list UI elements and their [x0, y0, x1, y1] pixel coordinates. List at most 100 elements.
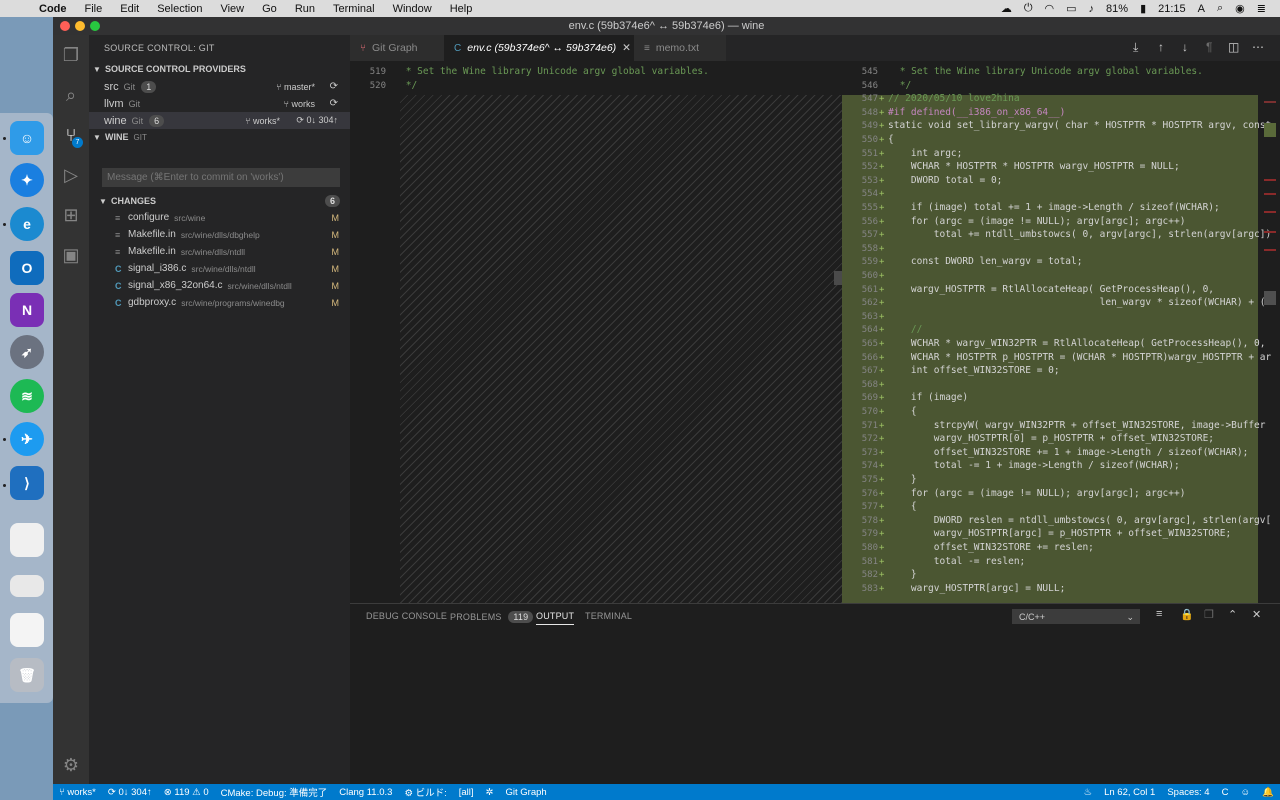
change-item-makefile-dbghelp[interactable]: ≡ Makefile.in src/wine/dlls/dbghelp M	[89, 226, 350, 243]
diff-editor[interactable]: 519 * Set the Wine library Unicode argv …	[350, 61, 1280, 603]
next-change-icon[interactable]: ↓	[1182, 40, 1188, 54]
split-editor-icon[interactable]: ◫	[1228, 40, 1239, 54]
open-log-icon[interactable]: ❐	[1204, 608, 1214, 621]
status-problems[interactable]: ⊗ 119 ⚠ 0	[158, 787, 215, 798]
screenshot-thumbnail-icon[interactable]	[10, 575, 44, 597]
minimize-window-button[interactable]	[75, 21, 85, 31]
explorer-icon[interactable]: ❐	[59, 43, 83, 67]
onenote-icon[interactable]: N	[10, 293, 44, 327]
siri-icon[interactable]: ◉	[1229, 2, 1251, 15]
tab-output[interactable]: OUTPUT	[536, 611, 575, 625]
status-indentation[interactable]: Spaces: 4	[1161, 787, 1215, 798]
menu-window[interactable]: Window	[384, 3, 441, 15]
menubar-clock[interactable]: 21:15	[1152, 3, 1192, 15]
changes-section-header[interactable]: ▼ CHANGES 6	[89, 193, 350, 209]
change-item-configure[interactable]: ≡ configure src/wine M	[89, 209, 350, 226]
search-icon[interactable]: ⌕	[59, 83, 83, 107]
more-actions-icon[interactable]: ⋯	[1252, 40, 1264, 54]
finder-icon[interactable]: ☺	[10, 121, 44, 155]
trash-icon[interactable]: 🗑	[10, 658, 44, 692]
repo-section-header[interactable]: ▼ WINE GIT	[89, 129, 350, 145]
document-thumbnail-icon[interactable]	[10, 523, 44, 557]
status-git-graph[interactable]: Git Graph	[500, 787, 553, 798]
notifications-icon[interactable]: 🔔	[1256, 787, 1280, 798]
sync-icon[interactable]: ⟳	[330, 98, 338, 109]
lock-scroll-icon[interactable]: 🔒	[1180, 608, 1194, 621]
status-target[interactable]: [all]	[453, 787, 480, 798]
control-center-icon[interactable]: ≣	[1251, 2, 1272, 15]
debug-icon[interactable]: ✲	[480, 787, 500, 798]
outlook-icon[interactable]: O	[10, 251, 44, 285]
manage-gear-icon[interactable]: ⚙	[59, 753, 83, 777]
commit-message-input[interactable]	[102, 168, 340, 187]
tab-git-graph[interactable]: ⑂ Git Graph	[350, 35, 444, 61]
change-item-makefile-ntdll[interactable]: ≡ Makefile.in src/wine/dlls/ntdll M	[89, 243, 350, 260]
previous-change-icon[interactable]: ↑	[1158, 40, 1164, 54]
menu-selection[interactable]: Selection	[148, 3, 211, 15]
vscode-icon[interactable]: ⟩	[10, 466, 44, 500]
safari-icon[interactable]: ✦	[10, 163, 44, 197]
menu-app-name[interactable]: Code	[30, 3, 76, 15]
status-clang[interactable]: Clang 11.0.3	[333, 787, 398, 798]
tab-debug-console[interactable]: DEBUG CONSOLE	[366, 611, 447, 621]
spotlight-icon[interactable]: ⌕	[1211, 2, 1229, 15]
diff-original-pane[interactable]: 519 * Set the Wine library Unicode argv …	[350, 61, 842, 603]
zoom-window-button[interactable]	[90, 21, 100, 31]
launchpad-icon[interactable]: ➶	[10, 335, 44, 369]
status-cmake[interactable]: CMake: Debug: 準備完了	[215, 785, 334, 799]
provider-wine[interactable]: wine Git 6 ⑂ works* ⟳ 0↓ 304↑	[89, 112, 350, 129]
maximize-panel-icon[interactable]: ⌃	[1228, 608, 1237, 621]
tab-env-c-diff[interactable]: C env.c (59b374e6^ ↔ 59b374e6) ✕	[444, 35, 634, 61]
branch-label[interactable]: ⑂ works	[284, 99, 315, 109]
menu-file[interactable]: File	[76, 3, 112, 15]
spotify-icon[interactable]: ≋	[10, 379, 44, 413]
cloud-icon[interactable]: ☁	[995, 2, 1018, 15]
tab-memo-txt[interactable]: ≡ memo.txt	[634, 35, 726, 61]
sync-icon[interactable]: ⟳	[330, 81, 338, 92]
change-item-gdbproxy[interactable]: C gdbproxy.c src/wine/programs/winedbg M	[89, 294, 350, 311]
status-sync[interactable]: ⟳ 0↓ 304↑	[102, 787, 158, 798]
change-item-signal-x86[interactable]: C signal_x86_32on64.c src/wine/dlls/ntdl…	[89, 277, 350, 294]
battery-icon[interactable]: ▮	[1134, 2, 1152, 15]
open-changes-icon[interactable]: ⤓	[1133, 40, 1138, 55]
status-build[interactable]: ⚙ ビルド:	[398, 785, 452, 799]
menu-help[interactable]: Help	[441, 3, 482, 15]
menu-edit[interactable]: Edit	[111, 3, 148, 15]
download-thumbnail-icon[interactable]	[10, 613, 44, 647]
extensions-icon[interactable]: ⊞	[59, 203, 83, 227]
sync-status[interactable]: ⟳ 0↓ 304↑	[296, 115, 338, 126]
close-window-button[interactable]	[60, 21, 70, 31]
run-debug-icon[interactable]: ▷	[59, 163, 83, 187]
power-icon[interactable]: ⏻	[1018, 2, 1039, 15]
change-item-signal-i386[interactable]: C signal_i386.c src/wine/dlls/ntdll M	[89, 260, 350, 277]
feedback-icon[interactable]: ☺	[1234, 787, 1256, 798]
provider-src[interactable]: src Git 1 ⑂ master* ⟳	[89, 78, 350, 95]
status-branch[interactable]: ⑂ works*	[53, 787, 102, 798]
diff-modified-pane[interactable]: 545 * Set the Wine library Unicode argv …	[842, 61, 1280, 603]
clear-output-icon[interactable]: ≡	[1156, 608, 1162, 620]
branch-label[interactable]: ⑂ works*	[245, 116, 280, 126]
wifi-icon[interactable]: ◠	[1039, 2, 1061, 15]
remote-explorer-icon[interactable]: ▣	[59, 243, 83, 267]
close-tab-icon[interactable]: ✕	[622, 42, 631, 54]
tab-problems[interactable]: PROBLEMS 119	[450, 611, 534, 623]
output-channel-select[interactable]: C/C++ ⌄	[1012, 609, 1140, 624]
close-panel-icon[interactable]: ✕	[1252, 608, 1261, 621]
menu-terminal[interactable]: Terminal	[324, 3, 384, 15]
providers-section-header[interactable]: ▼ SOURCE CONTROL PROVIDERS	[89, 61, 350, 77]
tab-terminal[interactable]: TERMINAL	[585, 611, 632, 621]
volume-icon[interactable]: ♪	[1083, 3, 1101, 15]
twitter-icon[interactable]: ✈	[10, 422, 44, 456]
live-share-icon[interactable]: ♨	[1078, 787, 1099, 798]
provider-llvm[interactable]: llvm Git ⑂ works ⟳	[89, 95, 350, 112]
edge-beta-icon[interactable]: e	[10, 207, 44, 241]
branch-label[interactable]: ⑂ master*	[276, 82, 315, 92]
menu-run[interactable]: Run	[286, 3, 324, 15]
menu-view[interactable]: View	[211, 3, 253, 15]
input-method[interactable]: A	[1192, 3, 1211, 15]
battery-percent[interactable]: 81%	[1100, 3, 1134, 15]
airplay-icon[interactable]: ▭	[1060, 2, 1082, 15]
status-language[interactable]: C	[1216, 787, 1235, 798]
status-cursor-position[interactable]: Ln 62, Col 1	[1098, 787, 1161, 798]
toggle-whitespace-icon[interactable]: ¶	[1206, 40, 1212, 54]
